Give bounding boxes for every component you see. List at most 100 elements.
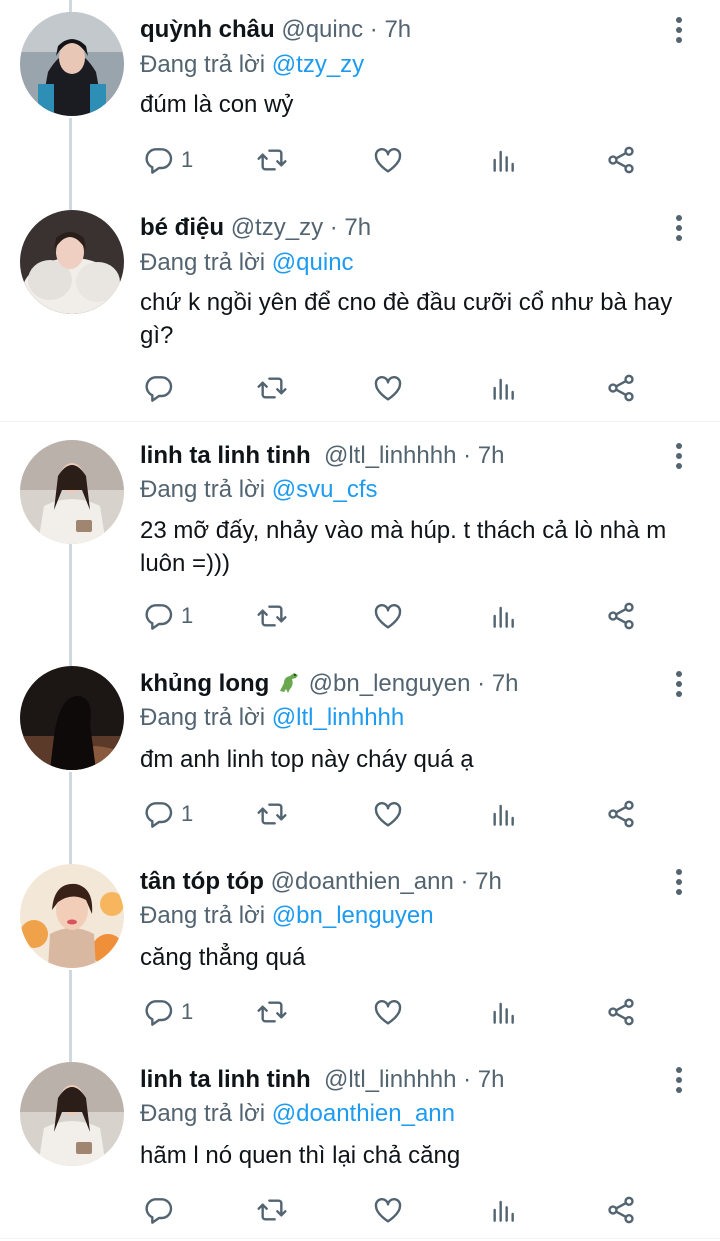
stats-icon: [493, 150, 514, 172]
share-icon: [608, 602, 634, 630]
tweet[interactable]: linh ta linh tinh @ltl_linhhhh · 7h Đang…: [0, 422, 720, 666]
replying-prefix: Đang trả lời: [140, 51, 266, 78]
tweet[interactable]: tân tóp tóp @doanthien_ann · 7h Đang trả…: [0, 864, 720, 1062]
mention-link[interactable]: @doanthien_ann: [272, 1100, 455, 1127]
avatar[interactable]: [20, 210, 124, 314]
display-name[interactable]: linh ta linh tinh: [140, 442, 311, 469]
retweet-button[interactable]: [256, 992, 288, 1032]
more-options-button[interactable]: [664, 867, 694, 897]
timestamp[interactable]: 7h: [475, 868, 502, 895]
user-handle[interactable]: @doanthien_ann: [271, 868, 454, 895]
replying-to: Đang trả lời @bn_lenguyen: [140, 901, 434, 931]
reply-icon: [145, 376, 173, 402]
reply-icon: [145, 604, 173, 630]
display-name[interactable]: linh ta linh tinh: [140, 1066, 311, 1093]
more-options-button[interactable]: [664, 15, 694, 45]
display-name[interactable]: khủng long: [140, 670, 269, 697]
like-button[interactable]: [372, 1190, 404, 1230]
timestamp[interactable]: 7h: [384, 16, 411, 43]
stats-icon: [493, 804, 514, 826]
avatar[interactable]: [20, 440, 124, 544]
mention-link[interactable]: @tzy_zy: [272, 51, 364, 78]
tweet[interactable]: quỳnh châu @quinc · 7h Đang trả lời @tzy…: [0, 0, 720, 210]
user-handle[interactable]: @quinc: [281, 16, 363, 43]
like-icon: [374, 148, 402, 173]
timestamp[interactable]: 7h: [344, 214, 371, 241]
like-button[interactable]: [372, 140, 404, 180]
mention-link[interactable]: @quinc: [272, 249, 354, 276]
replying-prefix: Đang trả lời: [140, 902, 266, 929]
separator-dot: ·: [460, 868, 469, 895]
dinosaur-emoji-icon: [279, 673, 298, 693]
replying-to: Đang trả lời @ltl_linhhhh: [140, 703, 404, 733]
like-button[interactable]: [372, 596, 404, 636]
more-options-icon: [676, 671, 682, 697]
share-button[interactable]: [605, 992, 637, 1032]
like-button[interactable]: [372, 368, 404, 408]
more-options-button[interactable]: [664, 669, 694, 699]
like-button[interactable]: [372, 794, 404, 834]
user-handle[interactable]: @ltl_linhhhh: [324, 442, 456, 469]
retweet-button[interactable]: [256, 368, 288, 408]
reply-button[interactable]: 1: [143, 794, 193, 834]
retweet-icon: [257, 605, 287, 627]
reply-icon: [145, 1198, 173, 1224]
more-options-button[interactable]: [664, 1065, 694, 1095]
stats-button[interactable]: [488, 1190, 520, 1230]
share-button[interactable]: [605, 368, 637, 408]
avatar[interactable]: [20, 1062, 124, 1166]
stats-icon: [493, 1200, 514, 1222]
retweet-icon: [257, 1001, 287, 1023]
reply-button[interactable]: [143, 368, 181, 408]
share-button[interactable]: [605, 794, 637, 834]
display-name[interactable]: tân tóp tóp: [140, 868, 264, 895]
stats-button[interactable]: [488, 140, 520, 180]
replying-to: Đang trả lời @svu_cfs: [140, 475, 378, 505]
replying-prefix: Đang trả lời: [140, 249, 266, 276]
more-options-button[interactable]: [664, 441, 694, 471]
stats-button[interactable]: [488, 992, 520, 1032]
retweet-button[interactable]: [256, 794, 288, 834]
stats-icon: [493, 378, 514, 400]
reply-button[interactable]: 1: [143, 992, 193, 1032]
mention-link[interactable]: @ltl_linhhhh: [272, 704, 404, 731]
like-button[interactable]: [372, 992, 404, 1032]
reply-button[interactable]: 1: [143, 140, 193, 180]
tweet[interactable]: linh ta linh tinh @ltl_linhhhh · 7h Đang…: [0, 1062, 720, 1238]
mention-link[interactable]: @bn_lenguyen: [272, 902, 434, 929]
timestamp[interactable]: 7h: [478, 442, 505, 469]
user-handle[interactable]: @ltl_linhhhh: [324, 1066, 456, 1093]
retweet-button[interactable]: [256, 596, 288, 636]
reply-button[interactable]: [143, 1190, 181, 1230]
retweet-icon: [257, 803, 287, 825]
stats-button[interactable]: [488, 794, 520, 834]
share-button[interactable]: [605, 596, 637, 636]
tweet[interactable]: khủng long @bn_lenguyen · 7h Đang trả lờ…: [0, 666, 720, 864]
reply-icon: [145, 1000, 173, 1026]
share-button[interactable]: [605, 1190, 637, 1230]
timestamp[interactable]: 7h: [478, 1066, 505, 1093]
reply-button[interactable]: 1: [143, 596, 193, 636]
stats-button[interactable]: [488, 368, 520, 408]
display-name[interactable]: quỳnh châu: [140, 16, 275, 43]
user-handle[interactable]: @tzy_zy: [231, 214, 323, 241]
stats-button[interactable]: [488, 596, 520, 636]
avatar[interactable]: [20, 12, 124, 116]
retweet-button[interactable]: [256, 1190, 288, 1230]
share-button[interactable]: [605, 140, 637, 180]
more-options-button[interactable]: [664, 213, 694, 243]
avatar[interactable]: [20, 864, 124, 968]
mention-link[interactable]: @svu_cfs: [272, 476, 378, 503]
reply-icon: [145, 802, 173, 828]
tweet-header: bé điệu @tzy_zy · 7h: [140, 213, 371, 243]
user-handle[interactable]: @bn_lenguyen: [309, 670, 471, 697]
like-icon: [374, 802, 402, 827]
display-name[interactable]: bé điệu: [140, 214, 224, 241]
reply-count: 1: [181, 999, 194, 1024]
retweet-button[interactable]: [256, 140, 288, 180]
timestamp[interactable]: 7h: [492, 670, 519, 697]
avatar[interactable]: [20, 666, 124, 770]
tweet[interactable]: bé điệu @tzy_zy · 7h Đang trả lời @quinc…: [0, 210, 720, 421]
more-options-icon: [676, 443, 682, 469]
replying-prefix: Đang trả lời: [140, 704, 266, 731]
